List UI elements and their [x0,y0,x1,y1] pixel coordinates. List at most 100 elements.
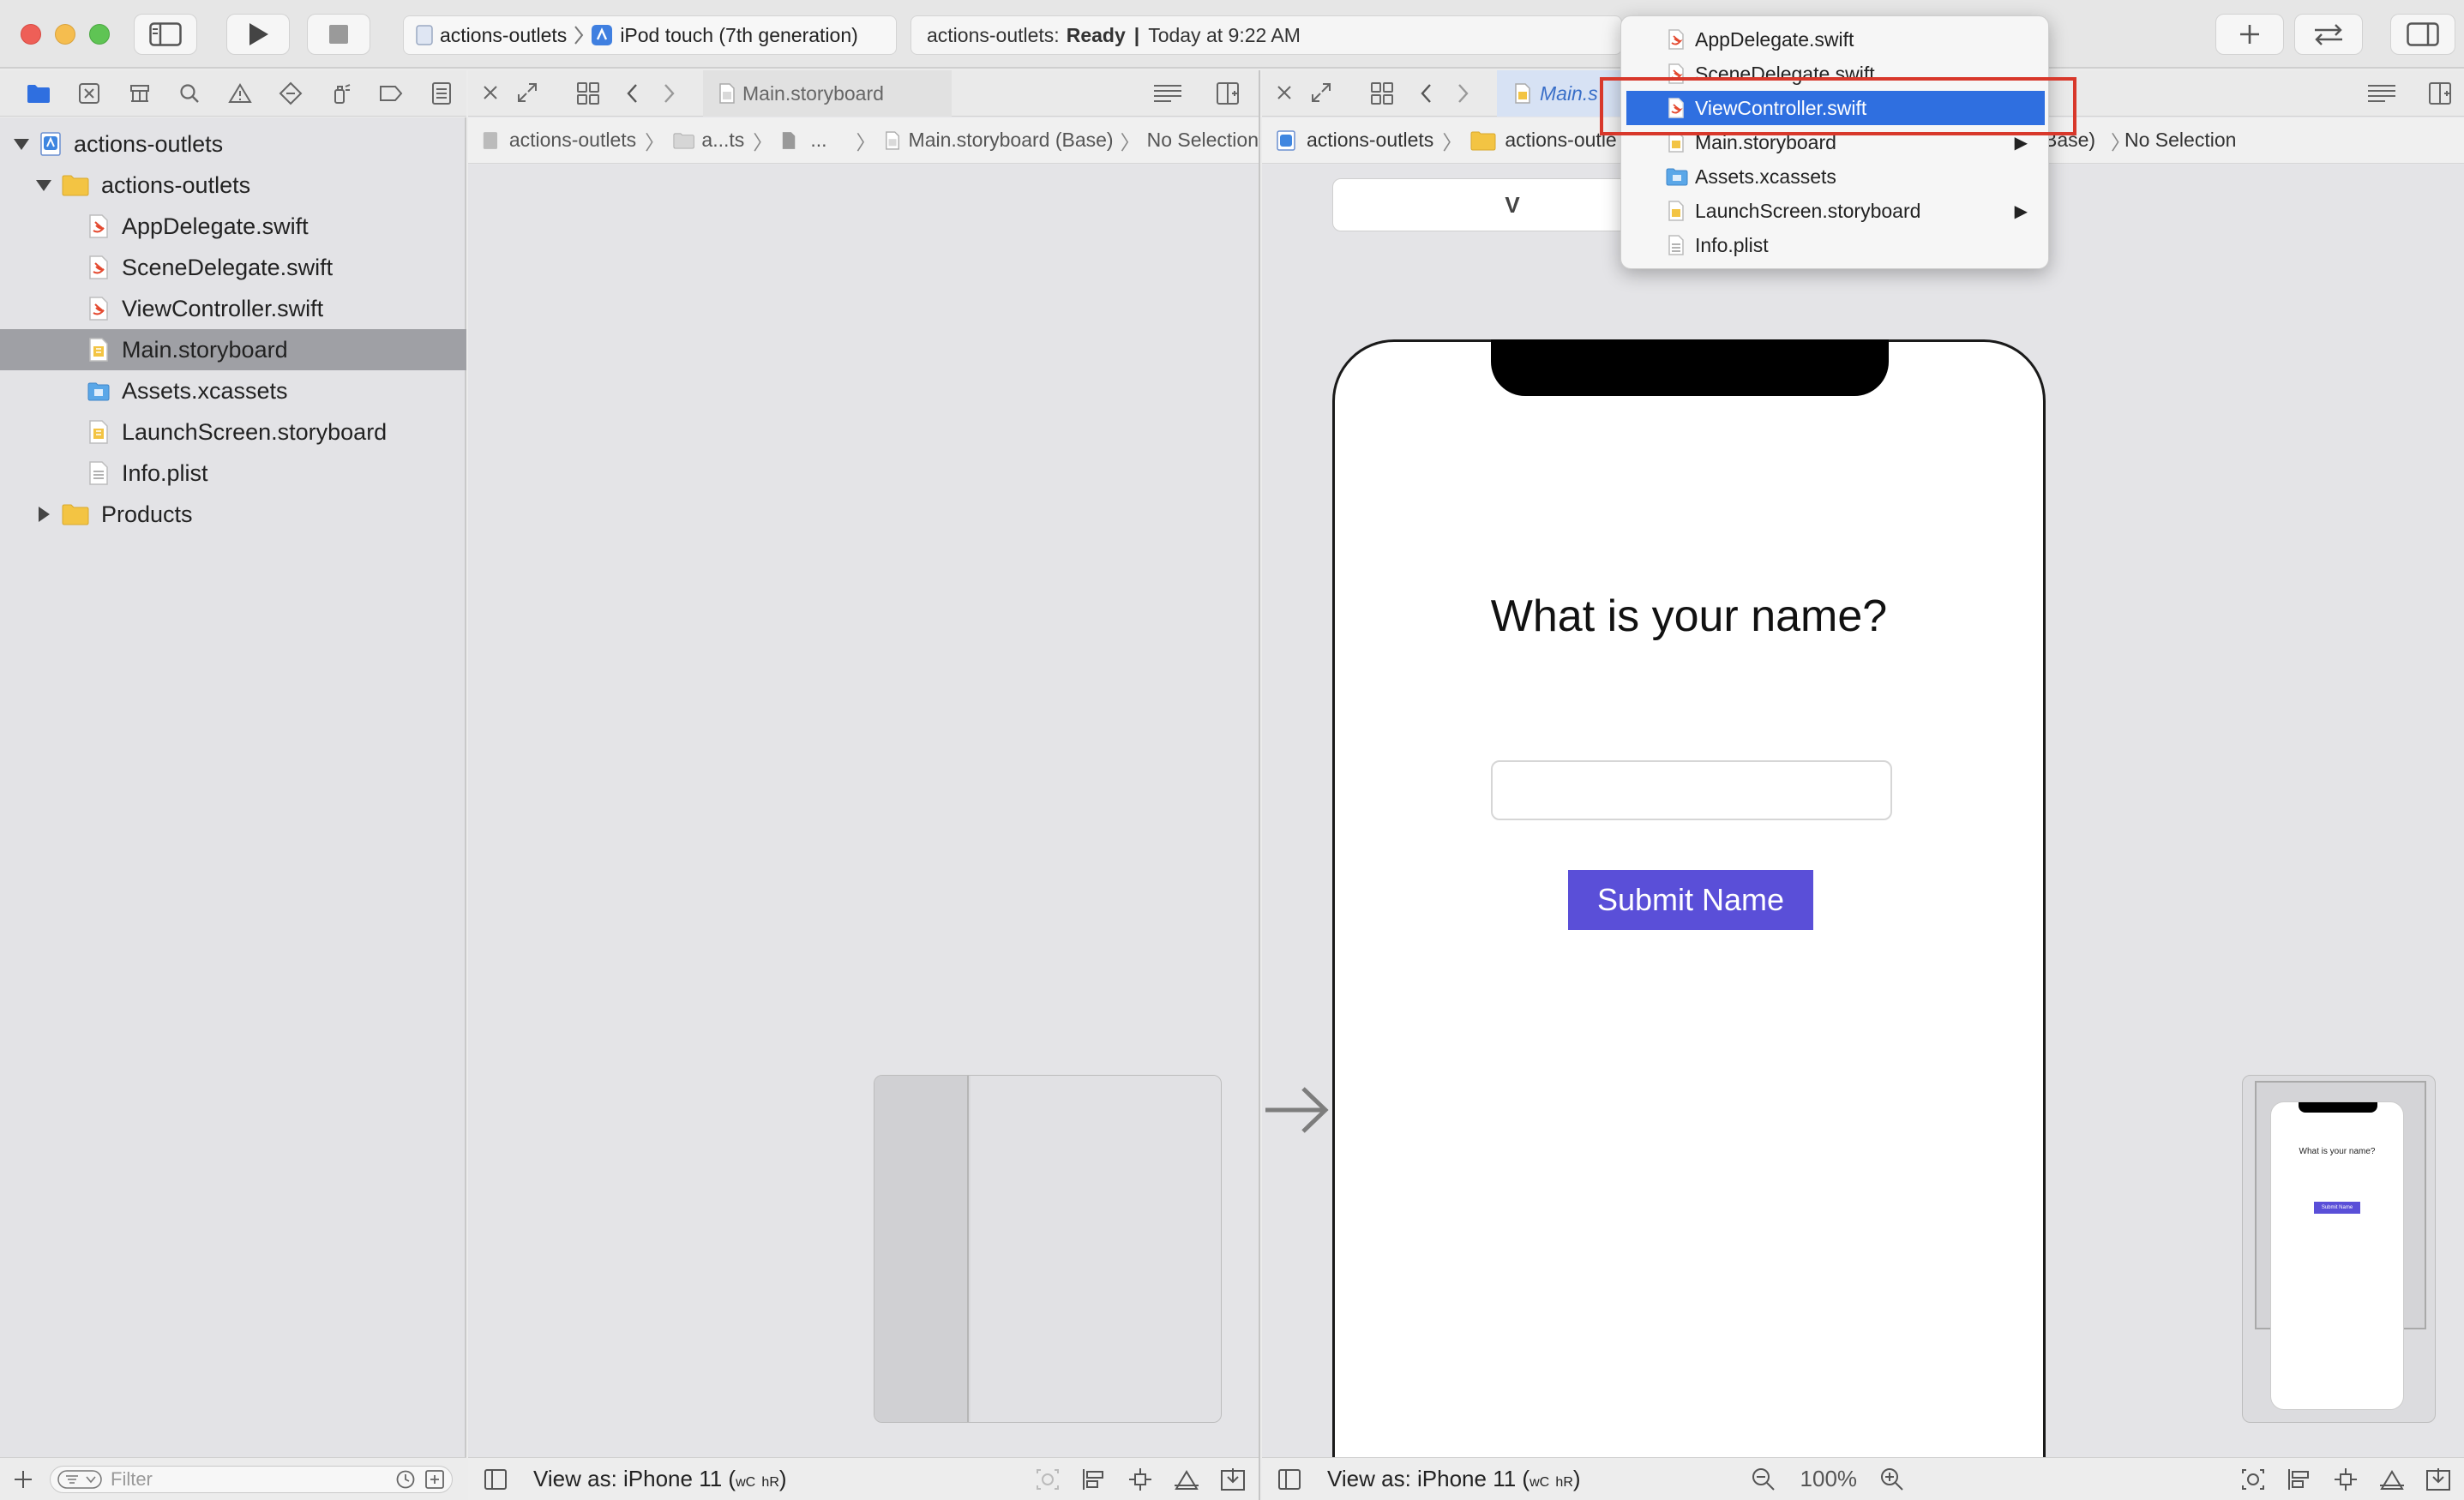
document-outline-icon[interactable] [484,1468,508,1491]
scm-filter-icon[interactable] [424,1469,445,1490]
zoom-level[interactable]: 100% [1800,1466,1858,1492]
disclosure-right-icon[interactable] [34,505,53,524]
code-review-button[interactable] [2294,14,2363,55]
find-navigator-tab[interactable] [165,70,215,117]
back-chevron-icon[interactable] [1418,82,1433,105]
embed-in-icon[interactable] [2425,1467,2452,1492]
iphone-scene[interactable]: What is your name? Submit Name [1332,339,2046,1457]
name-text-field[interactable] [1491,760,1892,820]
breadcrumb-item[interactable]: actions-outlets [1307,129,1433,152]
tree-row-file[interactable]: LaunchScreen.storyboard [0,411,466,453]
update-frames-icon[interactable] [1034,1467,1061,1492]
scheme-selector[interactable]: actions-outlets iPod touch (7th generati… [403,15,897,55]
align-icon[interactable] [2286,1467,2313,1492]
menu-item[interactable]: LaunchScreen.storyboard ▶ [1626,194,2045,228]
resolve-issues-icon[interactable] [1173,1467,1200,1492]
expand-icon[interactable] [516,81,538,104]
tree-row-project[interactable]: actions-outlets [0,123,466,165]
run-button[interactable] [226,14,290,55]
disclosure-down-icon[interactable] [34,176,53,195]
add-editor-icon[interactable] [1216,81,1240,105]
breakpoint-navigator-tab[interactable] [366,70,417,117]
tree-row-file[interactable]: AppDelegate.swift [0,206,466,247]
menu-item[interactable]: AppDelegate.swift [1626,22,2045,57]
project-navigator-tab[interactable] [14,70,64,117]
window-toolbar: actions-outlets iPod touch (7th generati… [0,0,2464,69]
menu-item[interactable]: SceneDelegate.swift [1626,57,2045,91]
add-constraints-icon[interactable] [1127,1467,1154,1492]
breadcrumb-item[interactable]: Base) [2044,129,2095,152]
document-outline-icon[interactable] [1277,1468,1301,1491]
toggle-navigator-button[interactable] [134,14,197,55]
tree-row-file-selected[interactable]: Main.storyboard [0,329,466,370]
scheme-device-name[interactable]: iPod touch (7th generation) [620,24,857,47]
add-editor-icon[interactable] [2428,81,2452,105]
expand-icon[interactable] [1310,81,1332,104]
issue-navigator-tab[interactable] [215,70,266,117]
breadcrumb-item[interactable]: ... [810,129,826,152]
size-class-width: wC [736,1475,756,1490]
related-items-icon[interactable] [576,81,600,105]
storyboard-canvas[interactable] [468,165,1259,1457]
back-chevron-icon[interactable] [624,82,640,105]
tree-row-group[interactable]: Products [0,494,466,535]
recent-files-icon[interactable] [395,1469,416,1490]
initial-view-controller-arrow[interactable] [1262,1080,1331,1140]
toggle-inspector-button[interactable] [2390,14,2455,55]
report-navigator-tab[interactable] [416,70,466,117]
question-label[interactable]: What is your name? [1335,591,2043,642]
library-button[interactable] [2215,14,2284,55]
view-as-button[interactable]: View as: iPhone 11 (wC hR) [533,1466,787,1492]
breadcrumb-item[interactable]: No Selection [2124,129,2236,152]
tree-row-file[interactable]: Assets.xcassets [0,370,466,411]
view-as-button[interactable]: View as: iPhone 11 (wC hR) [1327,1466,1581,1492]
tree-row-file[interactable]: Info.plist [0,453,466,494]
minimap[interactable]: What is your name? Submit Name [2242,1075,2436,1423]
editor-options-icon[interactable] [2366,82,2397,105]
tree-row-file[interactable]: SceneDelegate.swift [0,247,466,288]
menu-item[interactable]: Main.storyboard ▶ [1626,125,2045,159]
filter-options-icon[interactable] [57,1469,102,1489]
filter-field[interactable]: Filter [50,1465,453,1493]
submit-name-button[interactable]: Submit Name [1568,870,1813,930]
breadcrumb-item[interactable]: actions-outle [1505,129,1616,152]
zoom-window-button[interactable] [89,24,110,45]
close-icon[interactable] [480,82,501,103]
add-constraints-icon[interactable] [2332,1467,2359,1492]
related-items-icon[interactable] [1370,81,1394,105]
breadcrumb-item[interactable]: a...ts [701,129,744,152]
menu-item[interactable]: Info.plist [1626,228,2045,262]
tab-main-storyboard[interactable]: Main.storyboard [703,70,952,117]
minimap[interactable] [874,1075,1222,1423]
breadcrumb-item[interactable]: No Selection [1147,129,1259,152]
menu-item-highlighted[interactable]: ViewController.swift [1626,91,2045,125]
breadcrumb-item[interactable]: Main.storyboard (Base) [909,129,1114,152]
forward-chevron-icon[interactable] [662,82,677,105]
minimize-window-button[interactable] [55,24,75,45]
align-icon[interactable] [1080,1467,1108,1492]
editor-tab-bar: Main.storyboard [468,70,1259,117]
forward-chevron-icon[interactable] [1456,82,1471,105]
storyboard-canvas[interactable]: V What is your name? Submit Name What is… [1262,165,2464,1457]
test-navigator-tab[interactable] [265,70,316,117]
zoom-in-icon[interactable] [1879,1467,1905,1492]
minimap-viewport[interactable] [874,1076,969,1422]
tree-row-group[interactable]: actions-outlets [0,165,466,206]
menu-item[interactable]: Assets.xcassets [1626,159,2045,194]
editor-options-icon[interactable] [1152,82,1183,105]
disclosure-down-icon[interactable] [12,135,31,153]
debug-navigator-tab[interactable] [316,70,366,117]
xcode-project-icon [40,132,61,156]
breadcrumb-item[interactable]: actions-outlets [509,129,636,152]
stop-button[interactable] [307,14,370,55]
embed-in-icon[interactable] [1219,1467,1247,1492]
source-control-navigator-tab[interactable] [64,70,115,117]
close-window-button[interactable] [21,24,41,45]
plus-icon[interactable] [12,1468,34,1491]
zoom-out-icon[interactable] [1751,1467,1776,1492]
tree-row-file[interactable]: ViewController.swift [0,288,466,329]
close-icon[interactable] [1274,82,1295,103]
symbol-navigator-tab[interactable] [114,70,165,117]
resolve-issues-icon[interactable] [2378,1467,2406,1492]
update-frames-icon[interactable] [2239,1467,2267,1492]
